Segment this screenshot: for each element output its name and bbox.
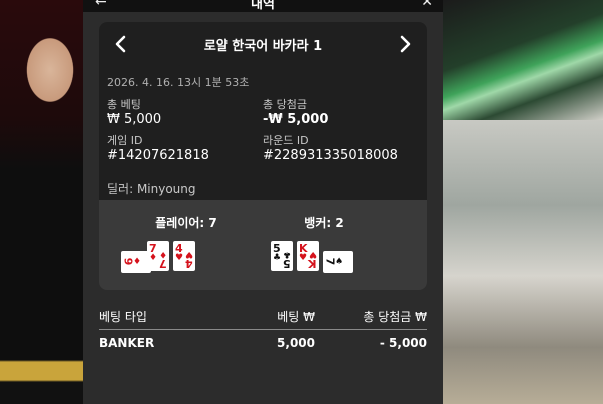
banker-hand: 뱅커: 2 5♣♣5K♥♥K7♠♠7 — [249, 214, 399, 275]
bets-table: 베팅 타입 베팅 ₩ 총 당첨금 ₩ BANKER 5,000 - 5,000 — [99, 308, 427, 350]
card-rank: 5 — [283, 257, 291, 270]
table-decor-marble — [443, 120, 603, 404]
header-bet-amount: 베팅 ₩ — [277, 310, 315, 324]
card-rank: 7 — [323, 257, 337, 266]
chevron-left-icon — [115, 35, 126, 53]
round-id: 라운드 ID #228931335018008 — [263, 134, 413, 164]
card-suit-icon: ♥ — [175, 253, 184, 263]
playing-card: 4 ♥ ♥ 4 — [173, 241, 195, 271]
table-decor-top — [443, 0, 603, 120]
bets-table-header: 베팅 타입 베팅 ₩ 총 당첨금 ₩ — [99, 308, 427, 330]
player-cards: 9♦♦97♦♦74♥♥4 — [111, 239, 261, 275]
table-row: BANKER 5,000 - 5,000 — [99, 330, 427, 350]
player-score: 플레이어: 7 — [155, 216, 217, 230]
player-hand: 플레이어: 7 9♦♦97♦♦74♥♥4 — [111, 214, 261, 275]
card-suit-icon: ♥ — [299, 253, 308, 263]
previous-round-button[interactable] — [107, 30, 133, 58]
card-suit-icon: ♦ — [149, 253, 158, 263]
total-bet: 총 베팅 ₩ 5,000 — [107, 98, 257, 128]
chevron-right-icon — [400, 35, 411, 53]
round-nav: 로얄 한국어 바카라 1 — [99, 22, 427, 66]
total-win-label: 총 당첨금 — [263, 98, 307, 111]
row-bet-type: BANKER — [99, 336, 155, 350]
round-id-label: 라운드 ID — [263, 134, 309, 147]
next-round-button[interactable] — [393, 30, 419, 58]
total-win-value: -₩ 5,000 — [263, 112, 329, 127]
close-icon[interactable]: ✕ — [421, 0, 433, 10]
playing-card: K ♥ ♥ K — [297, 241, 319, 271]
card-rank: 9 — [121, 257, 135, 266]
playing-card: 5 ♣ ♣ 5 — [271, 241, 293, 271]
playing-card: 7♠♠7 — [323, 251, 353, 273]
playing-card: 7 ♦ ♦ 7 — [147, 241, 169, 271]
card-rank: 4 — [185, 257, 193, 270]
round-timestamp: 2026. 4. 16. 13시 1분 53초 — [107, 76, 250, 89]
round-info: 2026. 4. 16. 13시 1분 53초 총 베팅 ₩ 5,000 총 당… — [99, 66, 427, 200]
history-panel: ← 내역 ✕ 로얄 한국어 바카라 1 2026. 4. 16. 13시 1분 … — [83, 0, 443, 404]
game-title: 로얄 한국어 바카라 1 — [203, 38, 323, 54]
panel-header: ← 내역 ✕ — [83, 0, 443, 12]
round-id-value: #228931335018008 — [263, 148, 398, 163]
panel-title: 내역 — [251, 0, 275, 12]
round-detail-card: 로얄 한국어 바카라 1 2026. 4. 16. 13시 1분 53초 총 베… — [99, 22, 427, 290]
card-suit-icon: ♣ — [273, 253, 282, 263]
card-rank: 7 — [159, 257, 167, 270]
game-id-label: 게임 ID — [107, 134, 143, 147]
total-bet-label: 총 베팅 — [107, 98, 141, 111]
total-bet-value: ₩ 5,000 — [107, 112, 162, 127]
header-bet-type: 베팅 타입 — [99, 310, 147, 324]
banker-cards: 5♣♣5K♥♥K7♠♠7 — [249, 239, 399, 275]
banker-score: 뱅커: 2 — [304, 216, 344, 230]
card-suit-icon: ♦ — [133, 257, 142, 267]
header-total-win: 총 당첨금 ₩ — [363, 310, 427, 324]
card-suit-icon: ♠ — [335, 257, 344, 267]
row-bet-amount: 5,000 — [277, 336, 315, 350]
total-win: 총 당첨금 -₩ 5,000 — [263, 98, 413, 128]
dealer-name: 딜러: Minyoung — [107, 182, 196, 196]
game-id-value: #14207621818 — [107, 148, 209, 163]
game-id: 게임 ID #14207621818 — [107, 134, 257, 164]
round-result: 플레이어: 7 9♦♦97♦♦74♥♥4 뱅커: 2 5♣♣5K♥♥K7♠♠7 — [99, 200, 427, 290]
row-total-win: - 5,000 — [379, 336, 427, 350]
card-rank: K — [308, 257, 317, 270]
